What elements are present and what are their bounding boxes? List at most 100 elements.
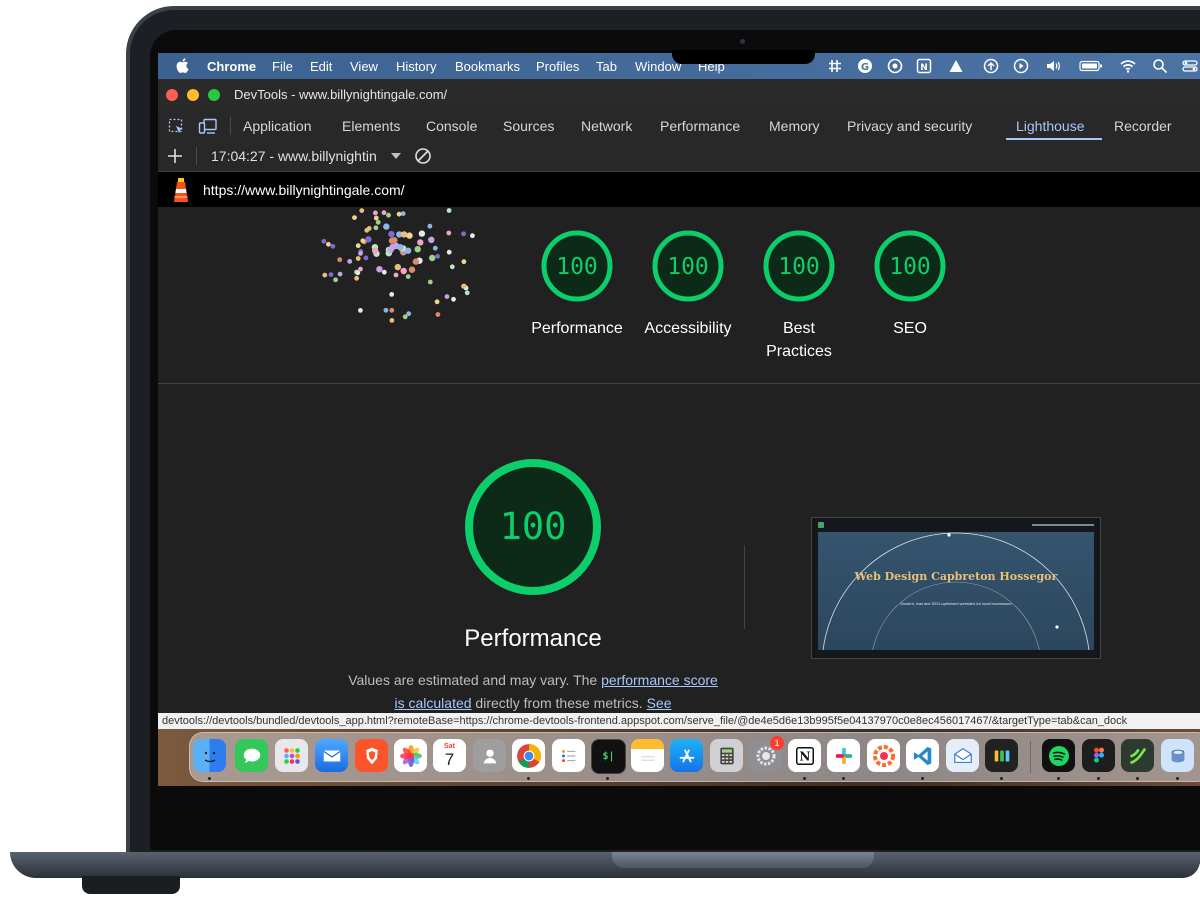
reminders-icon[interactable]: [552, 739, 585, 772]
confetti-dot: [470, 233, 475, 239]
menu-edit[interactable]: Edit: [310, 59, 332, 74]
apple-icon[interactable]: [176, 58, 189, 73]
close-window-button[interactable]: [166, 89, 178, 101]
notion-icon[interactable]: N: [788, 739, 821, 772]
svg-text:G: G: [861, 62, 869, 73]
new-report-plus-icon[interactable]: [167, 148, 183, 164]
fireworks-animation: [321, 208, 475, 323]
menu-history[interactable]: History: [396, 59, 436, 74]
color-picker-icon[interactable]: [867, 739, 900, 772]
tab-sources[interactable]: Sources: [503, 118, 554, 134]
tab-elements[interactable]: Elements: [342, 118, 400, 134]
tab-memory[interactable]: Memory: [769, 118, 820, 134]
menu-tab[interactable]: Tab: [596, 59, 617, 74]
performance-label[interactable]: Performance: [522, 317, 632, 340]
spotlight-search-icon[interactable]: [1152, 58, 1168, 74]
confetti-dot: [406, 232, 413, 239]
confetti-dot: [396, 211, 402, 217]
vscode-icon[interactable]: [906, 739, 939, 772]
disk-utility-icon[interactable]: [1161, 739, 1194, 772]
photos-icon[interactable]: [394, 739, 427, 772]
notion-menu-icon[interactable]: N: [916, 58, 932, 74]
notes-icon[interactable]: [631, 739, 664, 772]
clear-reports-icon[interactable]: [414, 147, 432, 165]
inspect-element-icon[interactable]: [168, 118, 185, 135]
menu-view[interactable]: View: [350, 59, 378, 74]
hash-menu-icon[interactable]: [827, 58, 843, 74]
tab-recorder[interactable]: Recorder: [1114, 118, 1172, 134]
messages-icon[interactable]: [235, 739, 268, 772]
linear-app-icon[interactable]: [1121, 739, 1154, 772]
launchpad-icon[interactable]: [275, 739, 308, 772]
performance-score: 100: [556, 254, 598, 280]
menu-chrome[interactable]: Chrome: [207, 59, 256, 74]
tab-console[interactable]: Console: [426, 118, 477, 134]
best-practices-label[interactable]: Best Practices: [762, 317, 836, 363]
grammarly-icon[interactable]: G: [857, 58, 873, 74]
tab-performance[interactable]: Performance: [660, 118, 740, 134]
chrome-icon[interactable]: [512, 739, 545, 772]
calculator-icon[interactable]: [710, 739, 743, 772]
battery-icon[interactable]: [1079, 58, 1103, 74]
tab-privacy-and-security[interactable]: Privacy and security: [847, 118, 972, 134]
triangle-app-icon[interactable]: [948, 58, 964, 74]
confetti-dot: [376, 266, 383, 273]
tab-network[interactable]: Network: [581, 118, 632, 134]
upload-circle-icon[interactable]: [983, 58, 999, 74]
slack-icon[interactable]: [827, 739, 860, 772]
confetti-dot: [405, 274, 411, 279]
confetti-dot: [400, 211, 406, 216]
toolbar-separator: [196, 147, 197, 165]
seo-score: 100: [889, 254, 931, 280]
menu-bookmarks[interactable]: Bookmarks: [455, 59, 520, 74]
camera-icon: [740, 39, 745, 44]
seo-label[interactable]: SEO: [855, 317, 965, 340]
window-titlebar: DevTools - www.billynightingale.com/: [158, 79, 1200, 110]
tab-application[interactable]: Application: [243, 118, 312, 134]
app-store-icon[interactable]: [670, 739, 703, 772]
tab-lighthouse[interactable]: Lighthouse: [1016, 118, 1085, 134]
screen: Chrome File Edit View History Bookmarks …: [158, 53, 1200, 786]
wifi-icon[interactable]: [1120, 58, 1136, 74]
chrome-running-indicator: [527, 777, 530, 780]
control-center-icon[interactable]: [1182, 58, 1198, 74]
confetti-dot: [388, 230, 395, 238]
disk-utility-running-indicator: [1176, 777, 1179, 780]
terminal-icon[interactable]: $|: [591, 739, 626, 774]
confetti-dot: [387, 246, 394, 254]
status-bar-url: devtools://devtools/bundled/devtools_app…: [158, 713, 1200, 729]
password-manager-icon[interactable]: [985, 739, 1018, 772]
mail-client-icon[interactable]: [946, 739, 979, 772]
mail-icon[interactable]: [315, 739, 348, 772]
see-calculator-link[interactable]: See: [647, 695, 672, 711]
cloud-sync-icon[interactable]: [887, 58, 903, 74]
spotify-icon[interactable]: [1042, 739, 1075, 772]
final-screenshot-thumbnail[interactable]: Web Design Capbreton Hossegor Modern, fa…: [811, 517, 1101, 659]
calendar-icon[interactable]: Sat 7: [433, 739, 466, 772]
chevron-down-icon[interactable]: [391, 153, 401, 159]
accessibility-label[interactable]: Accessibility: [633, 317, 743, 340]
confetti-dot: [381, 269, 387, 275]
zoom-window-button[interactable]: [208, 89, 220, 101]
performance-main-gauge: 100: [465, 459, 601, 595]
vscode-running-indicator: [921, 777, 924, 780]
menu-file[interactable]: File: [272, 59, 293, 74]
figma-icon[interactable]: [1082, 739, 1115, 772]
preview-nav: [1032, 524, 1094, 526]
confetti-dot: [337, 257, 343, 263]
device-toolbar-icon[interactable]: [198, 118, 217, 135]
finder-icon[interactable]: [193, 739, 226, 772]
brave-browser-icon[interactable]: [355, 739, 388, 772]
screenshot-hero: Web Design Capbreton Hossegor Modern, fa…: [818, 532, 1094, 650]
preview-subtitle: Modern, fast and SEO-optimised websites …: [900, 601, 1012, 606]
play-circle-icon[interactable]: [1013, 58, 1029, 74]
performance-main-score: 100: [500, 505, 567, 548]
contacts-icon[interactable]: [473, 739, 506, 772]
lighthouse-toolbar: 17:04:27 - www.billynightin: [158, 141, 1200, 172]
tab-separator: [230, 117, 231, 135]
report-select[interactable]: 17:04:27 - www.billynightin: [211, 148, 377, 164]
menu-profiles[interactable]: Profiles: [536, 59, 579, 74]
report-url[interactable]: https://www.billynightingale.com/: [203, 182, 405, 198]
volume-icon[interactable]: [1045, 58, 1061, 74]
minimize-window-button[interactable]: [187, 89, 199, 101]
